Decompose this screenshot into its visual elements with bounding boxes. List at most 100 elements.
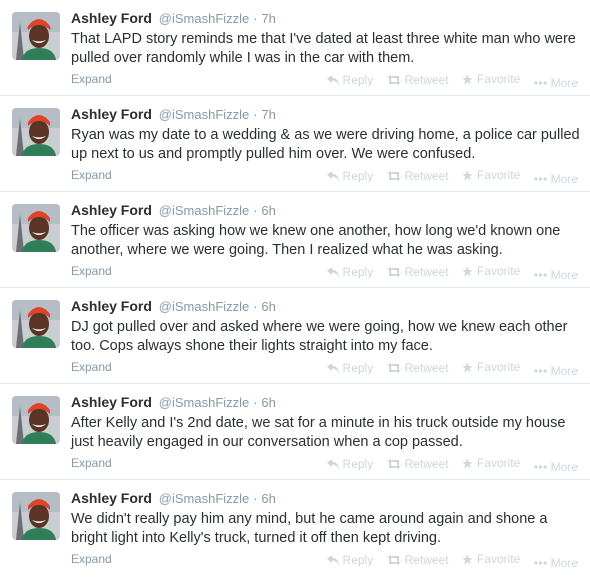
retweet-label: Retweet [404,264,449,279]
tweet[interactable]: Ashley Ford @iSmashFizzle · 7h That LAPD… [0,0,590,96]
tweet-text: We didn't really pay him any mind, but h… [71,511,548,546]
more-button[interactable]: More [534,458,578,476]
more-label: More [550,171,578,186]
tweet[interactable]: Ashley Ford @iSmashFizzle · 6h We didn't… [0,480,590,582]
timestamp[interactable]: 7h [261,107,275,122]
expand-link[interactable]: Expand [71,552,112,566]
retweet-button[interactable]: Retweet [386,263,449,281]
reply-icon [326,458,339,469]
retweet-button[interactable]: Retweet [386,359,449,377]
expand-link[interactable]: Expand [71,264,112,278]
timestamp[interactable]: 6h [261,395,275,410]
reply-icon [326,74,339,85]
reply-button[interactable]: Reply [326,263,373,281]
retweet-icon [386,170,401,181]
more-label: More [550,555,578,570]
more-label: More [550,363,578,378]
retweet-button[interactable]: Retweet [386,71,449,89]
reply-button[interactable]: Reply [326,167,374,185]
timestamp[interactable]: 7h [261,11,275,26]
retweet-icon [386,266,401,277]
separator: · [253,491,258,506]
star-icon [461,553,473,564]
author-name[interactable]: Ashley Ford [71,106,152,122]
favorite-label: Favorite [476,72,521,86]
favorite-button[interactable]: Favorite [461,550,521,568]
timestamp[interactable]: 6h [261,203,275,218]
author-name[interactable]: Ashley Ford [71,298,152,314]
tweet-text: That LAPD story reminds me that I've dat… [71,31,576,66]
retweet-label: Retweet [404,72,449,87]
star-icon [461,265,473,276]
more-button[interactable]: More [534,74,578,92]
more-dots-icon [534,464,547,469]
expand-link[interactable]: Expand [71,168,112,182]
reply-label: Reply [342,168,374,183]
favorite-button[interactable]: Favorite [461,70,521,88]
expand-link[interactable]: Expand [71,456,112,470]
retweet-button[interactable]: Retweet [386,455,449,473]
tweet[interactable]: Ashley Ford @iSmashFizzle · 6h DJ got pu… [0,288,590,384]
reply-button[interactable]: Reply [326,71,374,89]
favorite-button[interactable]: Favorite [461,454,520,472]
tweet[interactable]: Ashley Ford @iSmashFizzle · 6h The offic… [0,192,590,288]
retweet-label: Retweet [404,456,449,471]
author-handle[interactable]: @iSmashFizzle [159,11,250,26]
favorite-button[interactable]: Favorite [461,262,520,280]
reply-button[interactable]: Reply [326,359,374,377]
author-handle[interactable]: @iSmashFizzle [159,491,250,506]
more-dots-icon [534,80,547,85]
tweet[interactable]: Ashley Ford @iSmashFizzle · 6h After Kel… [0,384,590,480]
expand-link[interactable]: Expand [71,360,112,374]
timestamp[interactable]: 6h [261,299,275,314]
author-name[interactable]: Ashley Ford [71,10,152,26]
favorite-button[interactable]: Favorite [461,166,520,184]
more-label: More [550,459,578,474]
author-handle[interactable]: @iSmashFizzle [159,107,250,122]
reply-label: Reply [342,360,374,375]
more-button[interactable]: More [534,170,578,188]
reply-icon [326,362,339,373]
favorite-button[interactable]: Favorite [461,358,520,376]
reply-button[interactable]: Reply [326,455,374,473]
separator: · [253,107,258,122]
more-dots-icon [534,368,547,373]
author-name[interactable]: Ashley Ford [71,202,152,218]
reply-label: Reply [342,72,374,87]
retweet-button[interactable]: Retweet [386,551,449,569]
author-handle[interactable]: @iSmashFizzle [159,395,250,410]
tweet-text: DJ got pulled over and asked where we we… [71,319,568,354]
expand-link[interactable]: Expand [71,72,112,86]
retweet-icon [386,554,401,565]
avatar[interactable] [12,396,60,444]
more-dots-icon [534,272,547,277]
favorite-label: Favorite [476,552,521,566]
author-handle[interactable]: @iSmashFizzle [159,299,250,314]
reply-label: Reply [342,456,374,471]
tweet-timeline: Ashley Ford @iSmashFizzle · 7h That LAPD… [0,0,590,582]
more-label: More [550,75,578,90]
star-icon [461,169,473,180]
tweet[interactable]: Ashley Ford @iSmashFizzle · 7h Ryan was … [0,96,590,192]
avatar[interactable] [12,204,60,252]
timestamp[interactable]: 6h [261,491,275,506]
tweet-text: After Kelly and I's 2nd date, we sat for… [71,415,566,450]
author-handle[interactable]: @iSmashFizzle [159,203,250,218]
author-name[interactable]: Ashley Ford [71,394,152,410]
avatar[interactable] [12,492,60,540]
more-dots-icon [534,176,547,181]
reply-icon [326,170,339,181]
avatar[interactable] [12,12,60,60]
more-button[interactable]: More [534,554,578,572]
author-name[interactable]: Ashley Ford [71,490,152,506]
reply-button[interactable]: Reply [326,551,373,569]
more-button[interactable]: More [534,362,578,380]
avatar[interactable] [12,300,60,348]
more-button[interactable]: More [534,266,578,284]
retweet-label: Retweet [404,168,449,183]
tweet-text: Ryan was my date to a wedding & as we we… [71,127,580,162]
avatar[interactable] [12,108,60,156]
star-icon [461,73,473,84]
retweet-button[interactable]: Retweet [386,167,449,185]
separator: · [253,395,258,410]
